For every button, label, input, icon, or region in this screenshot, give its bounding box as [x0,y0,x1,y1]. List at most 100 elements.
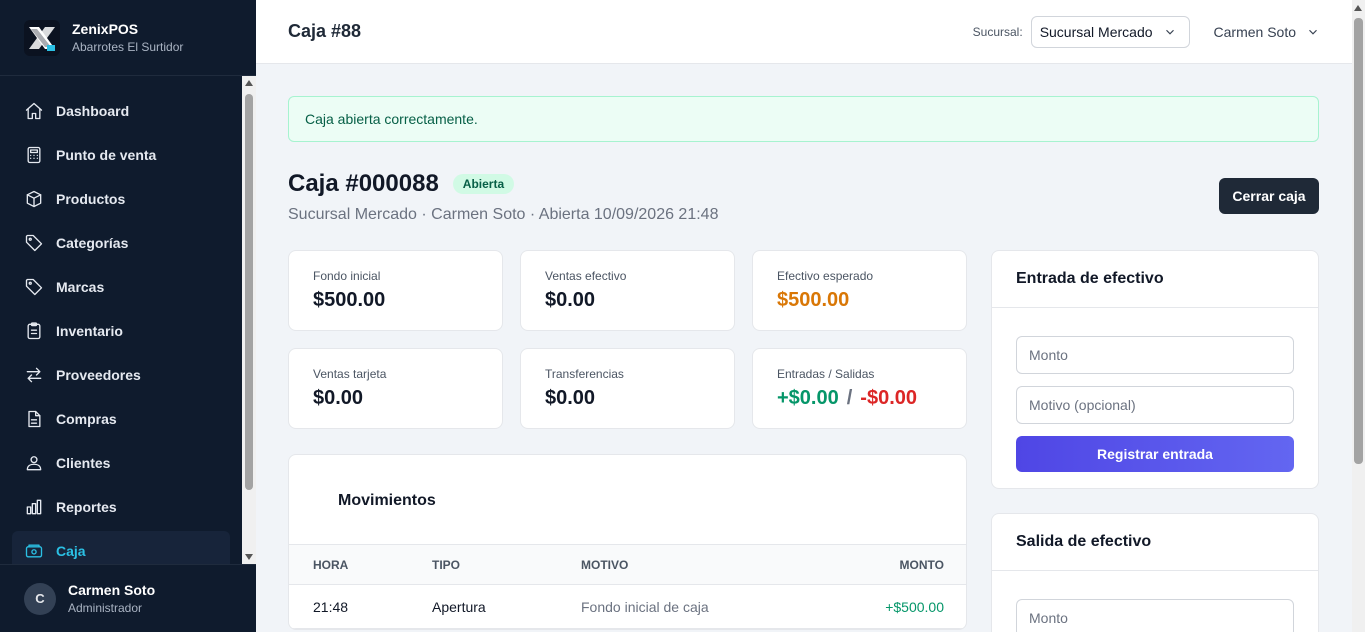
sidebar-nav: Dashboard Punto de venta Productos Categ… [0,76,242,564]
salida-efectivo-panel: Salida de efectivo [991,513,1319,632]
column-header-monto: MONTO [899,557,944,572]
stat-card-entradas-salidas: Entradas / Salidas +$0.00 / -$0.00 [752,348,967,429]
user-menu-name: Carmen Soto [1213,24,1296,40]
entrada-motivo-input[interactable] [1016,386,1294,424]
calculator-icon [27,146,41,164]
cash-register-icon [25,544,43,558]
caja-subtitle: Sucursal Mercado · Carmen Soto · Abierta… [288,206,719,223]
stat-value: $0.00 [545,387,596,409]
sidebar-item-label: Punto de venta [56,147,157,163]
table-header: HORA TIPO MOTIVO MONTO [289,544,966,585]
sucursal-select[interactable]: Sucursal Mercado [1030,16,1190,48]
sidebar-item-label: Marcas [56,279,105,295]
movimientos-title: Movimientos [338,492,436,509]
stat-card-efectivo-esperado: Efectivo esperado $500.00 [752,250,967,331]
chevron-down-icon [1309,29,1317,35]
sidebar-item-productos[interactable]: Productos [12,179,230,219]
column-header-tipo: TIPO [432,557,461,572]
sidebar-item-dashboard[interactable]: Dashboard [12,91,230,131]
sidebar-item-punto-de-venta[interactable]: Punto de venta [12,135,230,175]
sidebar-item-compras[interactable]: Compras [12,399,230,439]
scroll-down-arrow-icon[interactable] [245,554,253,560]
close-register-button[interactable]: Cerrar caja [1219,178,1319,214]
user-menu[interactable]: Carmen Soto [1214,24,1320,40]
stat-value: $500.00 [313,289,386,311]
entrada-title: Entrada de efectivo [992,251,1318,308]
sidebar-item-label: Clientes [56,455,111,471]
scrollbar-thumb[interactable] [1354,18,1363,464]
stat-card-ventas-tarjeta: Ventas tarjeta $0.00 [288,348,503,429]
sidebar-item-label: Productos [56,191,126,207]
user-name: Carmen Soto [68,582,156,598]
sidebar-item-marcas[interactable]: Marcas [12,267,230,307]
stat-label: Fondo inicial [313,269,381,283]
sucursal-label: Sucursal: [972,25,1023,39]
stat-card-ventas-efectivo: Ventas efectivo $0.00 [520,250,735,331]
users-icon [26,456,42,471]
stat-value: $0.00 [313,387,364,409]
bar-chart-icon [26,499,42,515]
swap-icon [26,367,42,383]
tag-icon [25,234,43,252]
scroll-up-arrow-icon[interactable] [1354,5,1362,11]
stat-label: Transferencias [545,367,624,381]
salidas-value: -$0.00 [860,387,918,409]
sidebar-scrollbar[interactable] [242,76,256,564]
stat-label: Ventas efectivo [545,269,627,283]
scrollbar-thumb[interactable] [245,94,253,490]
entrada-efectivo-panel: Entrada de efectivo Registrar entrada [991,250,1319,489]
cell-tipo: Apertura [432,598,486,615]
sidebar-item-inventario[interactable]: Inventario [12,311,230,351]
sidebar-item-label: Reportes [56,499,117,515]
sidebar-user[interactable]: C Carmen Soto Administrador [0,564,256,632]
sucursal-value: Sucursal Mercado [1039,24,1153,40]
movimientos-panel: Movimientos HORA TIPO MOTIVO MONTO 21:48… [288,454,967,630]
topbar: Caja #88 Sucursal: Sucursal Mercado Carm… [256,0,1352,64]
user-role: Administrador [68,601,143,615]
chevron-down-icon [1165,29,1174,35]
sidebar-item-categorias[interactable]: Categorías [12,223,230,263]
sidebar-item-label: Compras [56,411,117,427]
clipboard-icon [27,322,41,340]
cell-motivo: Fondo inicial de caja [581,598,709,615]
caja-title: Caja #000088 [288,170,439,197]
stat-label: Entradas / Salidas [777,367,875,381]
sidebar-item-label: Dashboard [56,103,130,119]
box-icon [26,190,42,208]
entradas-value: +$0.00 [777,387,839,409]
sidebar-item-clientes[interactable]: Clientes [12,443,230,483]
success-alert: Caja abierta correctamente. [288,96,1319,142]
alert-text: Caja abierta correctamente. [305,111,478,127]
cell-monto: +$500.00 [885,598,944,615]
registrar-entrada-button[interactable]: Registrar entrada [1016,436,1294,472]
sidebar-item-reportes[interactable]: Reportes [12,487,230,527]
avatar: C [24,582,56,615]
tag-icon [25,278,43,296]
sidebar-item-label: Inventario [56,323,123,339]
home-icon [25,102,43,120]
page-scrollbar[interactable] [1352,0,1365,632]
brand-name: ZenixPOS [72,21,139,37]
column-header-hora: HORA [313,557,349,572]
scroll-up-arrow-icon[interactable] [245,80,253,86]
stat-value: $0.00 [545,289,596,311]
stat-label: Ventas tarjeta [313,367,387,381]
entrada-monto-input[interactable] [1016,336,1294,374]
zenixpos-logo-icon [24,19,60,56]
stat-card-transferencias: Transferencias $0.00 [520,348,735,429]
column-header-motivo: MOTIVO [581,557,629,572]
table-row: 21:48 Apertura Fondo inicial de caja +$5… [289,585,966,629]
sidebar-item-proveedores[interactable]: Proveedores [12,355,230,395]
caja-header: Caja #000088 Abierta Sucursal Mercado · … [288,170,718,224]
document-icon [28,410,41,428]
brand-header: ZenixPOS Abarrotes El Surtidor [0,0,256,76]
stat-label: Efectivo esperado [777,269,874,283]
separator: / [846,387,853,409]
sidebar-item-label: Proveedores [56,367,141,383]
sidebar-item-caja[interactable]: Caja [12,531,230,564]
sidebar-item-label: Caja [56,543,86,559]
page-title: Caja #88 [288,21,362,41]
salida-monto-input[interactable] [1016,599,1294,632]
sidebar: ZenixPOS Abarrotes El Surtidor Dashboard… [0,0,256,632]
sidebar-item-label: Categorías [56,235,129,251]
